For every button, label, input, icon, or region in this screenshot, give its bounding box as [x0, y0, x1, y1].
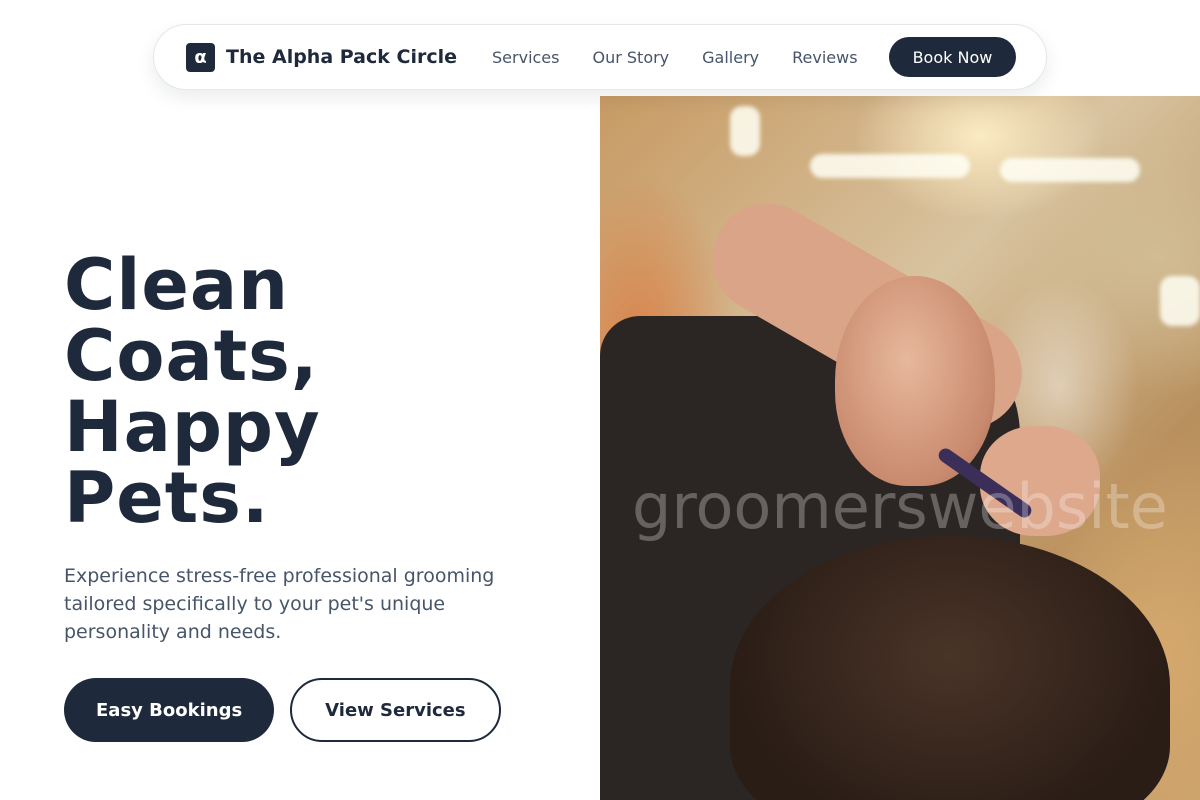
ceiling-light	[1000, 158, 1140, 182]
hero-title-line: Pets.	[64, 457, 270, 539]
book-now-button[interactable]: Book Now	[888, 37, 1017, 77]
hero-title-line: Clean	[64, 244, 289, 326]
nav-link-reviews[interactable]: Reviews	[792, 48, 857, 67]
hero-title: Clean Coats, Happy Pets.	[64, 250, 524, 534]
hero-title-line: Happy	[64, 386, 321, 468]
ceiling-light	[730, 106, 760, 156]
hero-subtitle: Experience stress-free professional groo…	[64, 565, 495, 643]
ceiling-light	[810, 154, 970, 178]
view-services-button[interactable]: View Services	[290, 678, 501, 742]
nav-link-our-story[interactable]: Our Story	[592, 48, 669, 67]
easy-bookings-button[interactable]: Easy Bookings	[64, 678, 275, 742]
alpha-logo-icon: α	[186, 42, 215, 72]
hero-button-row: Easy Bookings View Services	[64, 678, 501, 742]
nav-links: Services Our Story Gallery Reviews	[492, 48, 858, 67]
image-watermark: groomerswebsite	[632, 470, 1168, 543]
ceiling-light	[1160, 276, 1200, 326]
nav-link-services[interactable]: Services	[492, 48, 559, 67]
groomer-head	[835, 276, 995, 486]
top-navbar: α The Alpha Pack Circle Services Our Sto…	[153, 24, 1047, 90]
hero-title-line: Coats,	[64, 315, 319, 397]
nav-link-gallery[interactable]: Gallery	[702, 48, 759, 67]
brand-name: The Alpha Pack Circle	[226, 46, 458, 68]
brand-logo-link[interactable]: α The Alpha Pack Circle	[186, 42, 458, 72]
hero-photo-groomer-with-dog: groomerswebsite	[600, 96, 1200, 800]
